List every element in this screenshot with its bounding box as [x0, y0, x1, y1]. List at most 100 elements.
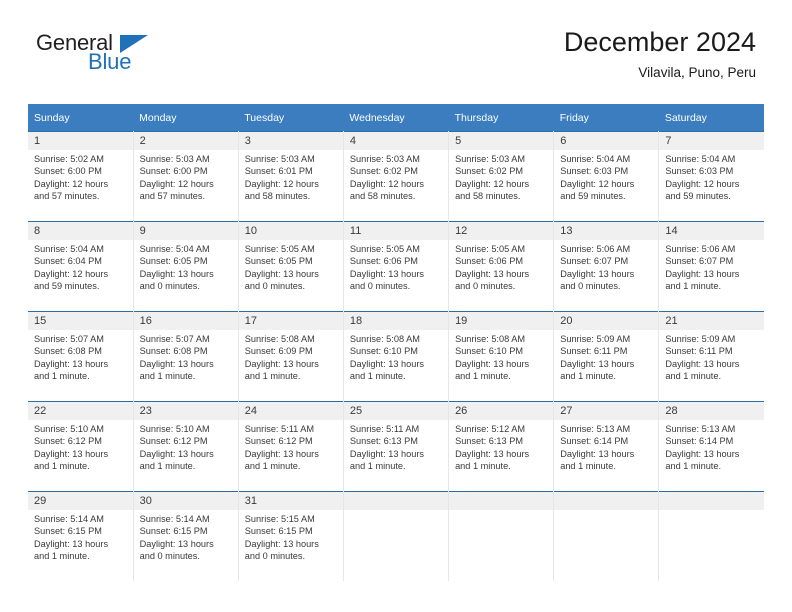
day-cell[interactable]: 10 Sunrise: 5:05 AM Sunset: 6:05 PM Dayligh… — [238, 221, 344, 312]
day-cell[interactable]: 7 Sunrise: 5:04 AM Sunset: 6:03 PM Daylight… — [658, 131, 764, 222]
day-cell[interactable]: 17 Sunrise: 5:08 AM Sunset: 6:09 PM Dayligh… — [238, 311, 344, 402]
day-cell[interactable]: 23 Sunrise: 5:10 AM Sunset: 6:12 PM Dayligh… — [133, 401, 239, 492]
day-cell[interactable]: 16 Sunrise: 5:07 AM Sunset: 6:08 PM Dayligh… — [133, 311, 239, 402]
calendar-page: General Blue December 2024 Vilavila, Pun… — [0, 0, 792, 612]
day-cell[interactable]: 3 Sunrise: 5:03 AM Sunset: 6:01 PM Daylight… — [238, 131, 344, 222]
day-cell[interactable]: 26 Sunrise: 5:12 AM Sunset: 6:13 PM Dayligh… — [448, 401, 555, 492]
day-cell[interactable]: 1 Sunrise: 5:02 AM Sunset: 6:00 PM Daylight… — [28, 131, 134, 222]
day-cell[interactable]: 19 Sunrise: 5:08 AM Sunset: 6:10 PM Dayligh… — [448, 311, 555, 402]
sunset-text: Sunset: 6:02 PM — [455, 166, 523, 177]
sunrise-text: Sunrise: 5:07 AM — [34, 334, 104, 344]
sunrise-text: Sunrise: 5:10 AM — [34, 424, 104, 434]
daylight-text-line1: Daylight: 13 hours — [139, 538, 214, 549]
daylight-text-line2: and 1 minute. — [34, 551, 90, 562]
day-cell[interactable]: 5 Sunrise: 5:03 AM Sunset: 6:02 PM Daylight… — [448, 131, 555, 222]
daylight-text-line1: Daylight: 12 hours — [244, 178, 319, 189]
daylight-text-line1: Daylight: 13 hours — [560, 268, 635, 279]
daylight-text-line1: Daylight: 13 hours — [665, 448, 740, 459]
day-number — [659, 492, 764, 510]
day-cell[interactable]: 14 Sunrise: 5:06 AM Sunset: 6:07 PM Dayligh… — [658, 221, 764, 312]
daylight-text-line1: Daylight: 13 hours — [349, 358, 424, 369]
daylight-text-line1: Daylight: 13 hours — [455, 268, 530, 279]
weekday-header-thursday: Thursday — [448, 104, 554, 132]
sunset-text: Sunset: 6:05 PM — [139, 256, 208, 267]
day-cell[interactable]: 20 Sunrise: 5:09 AM Sunset: 6:11 PM Dayligh… — [553, 311, 660, 402]
daylight-text-line2: and 1 minute. — [455, 461, 511, 472]
daylight-text-line2: and 58 minutes. — [244, 191, 311, 202]
day-cell-empty — [553, 491, 660, 581]
daylight-text-line1: Daylight: 12 hours — [139, 178, 214, 189]
day-cell[interactable]: 8 Sunrise: 5:04 AM Sunset: 6:04 PM Daylight… — [28, 221, 134, 312]
sunrise-text: Sunrise: 5:03 AM — [244, 154, 315, 164]
day-cell[interactable]: 18 Sunrise: 5:08 AM Sunset: 6:10 PM Dayligh… — [343, 311, 450, 402]
daylight-text-line2: and 0 minutes. — [349, 281, 411, 292]
day-cell[interactable]: 29 Sunrise: 5:14 AM Sunset: 6:15 PM Dayligh… — [28, 491, 134, 581]
sunrise-text: Sunrise: 5:13 AM — [560, 424, 631, 434]
day-cell[interactable]: 6 Sunrise: 5:04 AM Sunset: 6:03 PM Daylight… — [553, 131, 660, 222]
weekday-header-friday: Friday — [553, 104, 659, 132]
day-cell[interactable]: 27 Sunrise: 5:13 AM Sunset: 6:14 PM Dayligh… — [553, 401, 660, 492]
weekday-header-monday: Monday — [133, 104, 239, 132]
daylight-text-line2: and 0 minutes. — [244, 551, 306, 562]
day-cell[interactable]: 30 Sunrise: 5:14 AM Sunset: 6:15 PM Dayligh… — [133, 491, 239, 581]
weekday-header-saturday: Saturday — [658, 104, 764, 132]
sunrise-text: Sunrise: 5:04 AM — [34, 244, 104, 254]
sunset-text: Sunset: 6:06 PM — [455, 256, 523, 267]
general-blue-logo[interactable]: General Blue — [36, 32, 236, 80]
day-cell[interactable]: 25 Sunrise: 5:11 AM Sunset: 6:13 PM Dayligh… — [343, 401, 450, 492]
day-number: 13 — [554, 222, 659, 240]
day-cell[interactable]: 24 Sunrise: 5:11 AM Sunset: 6:12 PM Dayligh… — [238, 401, 344, 492]
sunset-text: Sunset: 6:15 PM — [34, 526, 102, 537]
sunset-text: Sunset: 6:07 PM — [665, 256, 734, 267]
daylight-text-line1: Daylight: 13 hours — [244, 268, 319, 279]
day-cell[interactable]: 4 Sunrise: 5:03 AM Sunset: 6:02 PM Daylight… — [343, 131, 450, 222]
daylight-text-line1: Daylight: 13 hours — [34, 358, 109, 369]
day-cell[interactable]: 9 Sunrise: 5:04 AM Sunset: 6:05 PM Daylight… — [133, 221, 239, 312]
day-number: 27 — [554, 402, 659, 420]
day-number: 11 — [343, 222, 449, 240]
sunrise-text: Sunrise: 5:13 AM — [665, 424, 736, 434]
day-number: 31 — [238, 492, 343, 510]
day-cell[interactable]: 11 Sunrise: 5:05 AM Sunset: 6:06 PM Dayligh… — [343, 221, 450, 312]
daylight-text-line1: Daylight: 12 hours — [34, 268, 109, 279]
day-cell[interactable]: 2 Sunrise: 5:03 AM Sunset: 6:00 PM Daylight… — [133, 131, 239, 222]
day-number: 18 — [343, 312, 449, 330]
sunset-text: Sunset: 6:08 PM — [34, 346, 102, 357]
day-number: 6 — [554, 132, 659, 150]
sunset-text: Sunset: 6:12 PM — [34, 436, 102, 447]
page-header: General Blue December 2024 Vilavila, Pun… — [0, 0, 792, 80]
day-number: 14 — [659, 222, 764, 240]
day-cell[interactable]: 21 Sunrise: 5:09 AM Sunset: 6:11 PM Dayligh… — [658, 311, 764, 402]
sunset-text: Sunset: 6:11 PM — [665, 346, 733, 357]
day-cell[interactable]: 15 Sunrise: 5:07 AM Sunset: 6:08 PM Dayligh… — [28, 311, 134, 402]
day-cell-empty — [448, 491, 555, 581]
day-number: 8 — [28, 222, 133, 240]
day-cell[interactable]: 12 Sunrise: 5:05 AM Sunset: 6:06 PM Dayligh… — [448, 221, 555, 312]
daylight-text-line1: Daylight: 13 hours — [560, 358, 635, 369]
daylight-text-line2: and 59 minutes. — [665, 191, 731, 202]
page-title: December 2024 — [563, 27, 756, 57]
day-cell[interactable]: 13 Sunrise: 5:06 AM Sunset: 6:07 PM Dayligh… — [553, 221, 660, 312]
day-cell[interactable]: 31 Sunrise: 5:15 AM Sunset: 6:15 PM Dayligh… — [238, 491, 344, 581]
day-number: 23 — [133, 402, 238, 420]
sunset-text: Sunset: 6:15 PM — [139, 526, 208, 537]
day-cell[interactable]: 28 Sunrise: 5:13 AM Sunset: 6:14 PM Dayligh… — [658, 401, 764, 492]
daylight-text-line2: and 1 minute. — [455, 371, 511, 382]
sunrise-text: Sunrise: 5:10 AM — [139, 424, 210, 434]
sunset-text: Sunset: 6:06 PM — [349, 256, 418, 267]
daylight-text-line1: Daylight: 13 hours — [349, 268, 424, 279]
sunset-text: Sunset: 6:00 PM — [34, 166, 102, 177]
day-number: 22 — [28, 402, 133, 420]
day-cell[interactable]: 22 Sunrise: 5:10 AM Sunset: 6:12 PM Dayligh… — [28, 401, 134, 492]
daylight-text-line2: and 1 minute. — [139, 461, 196, 472]
sunset-text: Sunset: 6:09 PM — [244, 346, 313, 357]
daylight-text-line1: Daylight: 12 hours — [455, 178, 530, 189]
daylight-text-line2: and 58 minutes. — [349, 191, 416, 202]
sunset-text: Sunset: 6:10 PM — [349, 346, 418, 357]
daylight-text-line1: Daylight: 13 hours — [139, 268, 214, 279]
sunset-text: Sunset: 6:07 PM — [560, 256, 629, 267]
weekday-header-row: Sunday Monday Tuesday Wednesday Thursday… — [28, 104, 764, 132]
daylight-text-line1: Daylight: 13 hours — [455, 358, 530, 369]
daylight-text-line1: Daylight: 13 hours — [139, 448, 214, 459]
daylight-text-line2: and 57 minutes. — [34, 191, 100, 202]
